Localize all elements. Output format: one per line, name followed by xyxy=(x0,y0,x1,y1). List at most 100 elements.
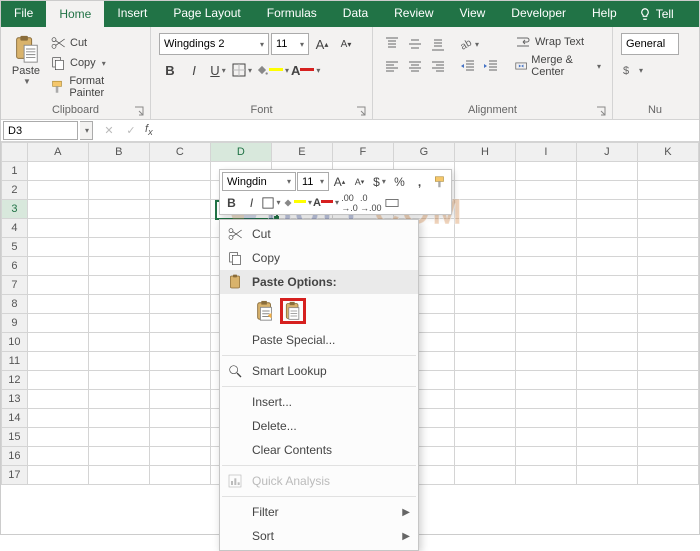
cell[interactable] xyxy=(515,428,576,447)
ctx-delete[interactable]: Delete... xyxy=(220,414,418,438)
cell[interactable] xyxy=(576,352,637,371)
mini-comma[interactable]: , xyxy=(410,172,429,191)
mini-italic[interactable]: I xyxy=(242,193,261,212)
cut-button[interactable]: Cut xyxy=(47,34,142,52)
cell[interactable] xyxy=(637,162,698,181)
cell[interactable] xyxy=(515,257,576,276)
mini-font-name[interactable]: Wingdin▾ xyxy=(222,172,296,191)
cell[interactable] xyxy=(27,200,88,219)
cell[interactable] xyxy=(637,219,698,238)
cell[interactable] xyxy=(576,257,637,276)
cell[interactable] xyxy=(88,466,149,485)
copy-button[interactable]: Copy▾ xyxy=(47,54,142,72)
cell[interactable] xyxy=(454,295,515,314)
accounting-format-button[interactable]: $▾ xyxy=(621,59,643,81)
dialog-launcher-icon[interactable] xyxy=(596,106,606,116)
cell[interactable] xyxy=(88,181,149,200)
number-format-dropdown[interactable]: General xyxy=(621,33,679,55)
cell[interactable] xyxy=(576,466,637,485)
cell[interactable] xyxy=(27,409,88,428)
row-header[interactable]: 5 xyxy=(2,238,28,257)
column-header[interactable]: J xyxy=(576,143,637,162)
cell[interactable] xyxy=(454,428,515,447)
cell[interactable] xyxy=(149,409,210,428)
row-header[interactable]: 2 xyxy=(2,181,28,200)
tab-developer[interactable]: Developer xyxy=(498,1,579,27)
cell[interactable] xyxy=(454,200,515,219)
cell[interactable] xyxy=(576,276,637,295)
font-color-button[interactable]: A ▾ xyxy=(291,59,320,81)
ctx-clear-contents[interactable]: Clear Contents xyxy=(220,438,418,462)
column-header[interactable]: I xyxy=(515,143,576,162)
cell[interactable] xyxy=(149,447,210,466)
cell[interactable] xyxy=(27,162,88,181)
mini-borders[interactable]: ▾ xyxy=(262,193,281,212)
cell[interactable] xyxy=(88,390,149,409)
increase-indent-button[interactable] xyxy=(480,55,502,77)
cell[interactable] xyxy=(149,257,210,276)
cell[interactable] xyxy=(149,200,210,219)
tab-data[interactable]: Data xyxy=(330,1,381,27)
cell[interactable] xyxy=(27,295,88,314)
cancel-formula-icon[interactable]: ✕ xyxy=(101,124,117,137)
cell[interactable] xyxy=(27,181,88,200)
column-header[interactable]: D xyxy=(210,143,271,162)
align-left-button[interactable] xyxy=(381,55,403,77)
cell[interactable] xyxy=(27,219,88,238)
paste-option-keep-source[interactable] xyxy=(252,298,278,324)
shrink-font-button[interactable]: A▾ xyxy=(335,33,357,55)
cell[interactable] xyxy=(637,428,698,447)
cell[interactable] xyxy=(515,333,576,352)
column-header[interactable]: E xyxy=(271,143,332,162)
font-size-dropdown[interactable]: 11▾ xyxy=(271,33,309,55)
column-header[interactable]: H xyxy=(454,143,515,162)
cell[interactable] xyxy=(515,447,576,466)
cell[interactable] xyxy=(454,162,515,181)
fill-color-button[interactable]: ▾ xyxy=(255,59,289,81)
ctx-paste-special[interactable]: Paste Special... xyxy=(220,328,418,352)
mini-bold[interactable]: B xyxy=(222,193,241,212)
cell[interactable] xyxy=(637,390,698,409)
cell[interactable] xyxy=(637,466,698,485)
cell[interactable] xyxy=(27,257,88,276)
cell[interactable] xyxy=(576,200,637,219)
tab-review[interactable]: Review xyxy=(381,1,446,27)
mini-font-size[interactable]: 11▾ xyxy=(297,172,329,191)
cell[interactable] xyxy=(27,390,88,409)
cell[interactable] xyxy=(515,409,576,428)
cell[interactable] xyxy=(576,428,637,447)
align-top-button[interactable] xyxy=(381,33,403,55)
ctx-insert[interactable]: Insert... xyxy=(220,390,418,414)
column-header[interactable]: K xyxy=(637,143,698,162)
decrease-indent-button[interactable] xyxy=(457,55,479,77)
cell[interactable] xyxy=(149,371,210,390)
cell[interactable] xyxy=(576,181,637,200)
cell[interactable] xyxy=(515,352,576,371)
underline-button[interactable]: U▾ xyxy=(207,59,229,81)
cell[interactable] xyxy=(454,333,515,352)
cell[interactable] xyxy=(454,181,515,200)
paste-option-match-destination[interactable] xyxy=(280,298,306,324)
cell[interactable] xyxy=(515,181,576,200)
italic-button[interactable]: I xyxy=(183,59,205,81)
cell[interactable] xyxy=(637,409,698,428)
cell[interactable] xyxy=(515,466,576,485)
cell[interactable] xyxy=(88,257,149,276)
column-header[interactable]: G xyxy=(393,143,454,162)
tab-formulas[interactable]: Formulas xyxy=(254,1,330,27)
cell[interactable] xyxy=(454,409,515,428)
cell[interactable] xyxy=(515,314,576,333)
cell[interactable] xyxy=(637,295,698,314)
cell[interactable] xyxy=(576,409,637,428)
cell[interactable] xyxy=(637,333,698,352)
row-header[interactable]: 14 xyxy=(2,409,28,428)
row-header[interactable]: 10 xyxy=(2,333,28,352)
cell[interactable] xyxy=(149,466,210,485)
cell[interactable] xyxy=(88,352,149,371)
cell[interactable] xyxy=(576,314,637,333)
cell[interactable] xyxy=(149,219,210,238)
cell[interactable] xyxy=(149,314,210,333)
align-bottom-button[interactable] xyxy=(427,33,449,55)
cell[interactable] xyxy=(27,352,88,371)
mini-inc-decimal[interactable]: .00→.0 xyxy=(340,193,359,212)
